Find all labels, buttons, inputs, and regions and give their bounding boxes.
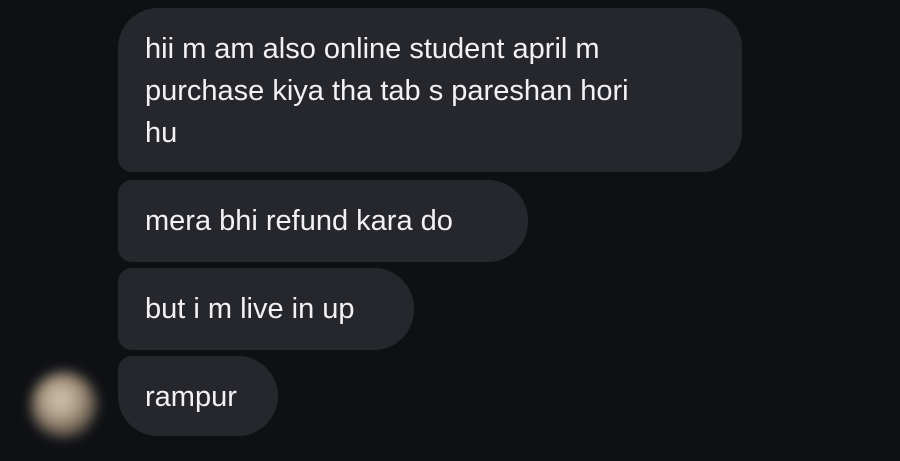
message-thread: hii m am also online student april m pur… (0, 0, 900, 461)
avatar[interactable] (31, 372, 97, 438)
message-text: hu (145, 117, 178, 149)
message-text: purchase kiya tha tab s pareshan hori (145, 75, 629, 107)
message-bubble[interactable]: rampur (118, 356, 278, 436)
message-text: hii m am also online student april m (145, 33, 600, 65)
message-bubble[interactable]: hii m am also online student april m pur… (118, 8, 742, 172)
message-text: but i m live in up (145, 293, 355, 325)
message-bubble[interactable]: mera bhi refund kara do (118, 180, 528, 262)
message-text: rampur (145, 381, 237, 413)
message-text: mera bhi refund kara do (145, 205, 453, 237)
message-bubble[interactable]: but i m live in up (118, 268, 414, 350)
